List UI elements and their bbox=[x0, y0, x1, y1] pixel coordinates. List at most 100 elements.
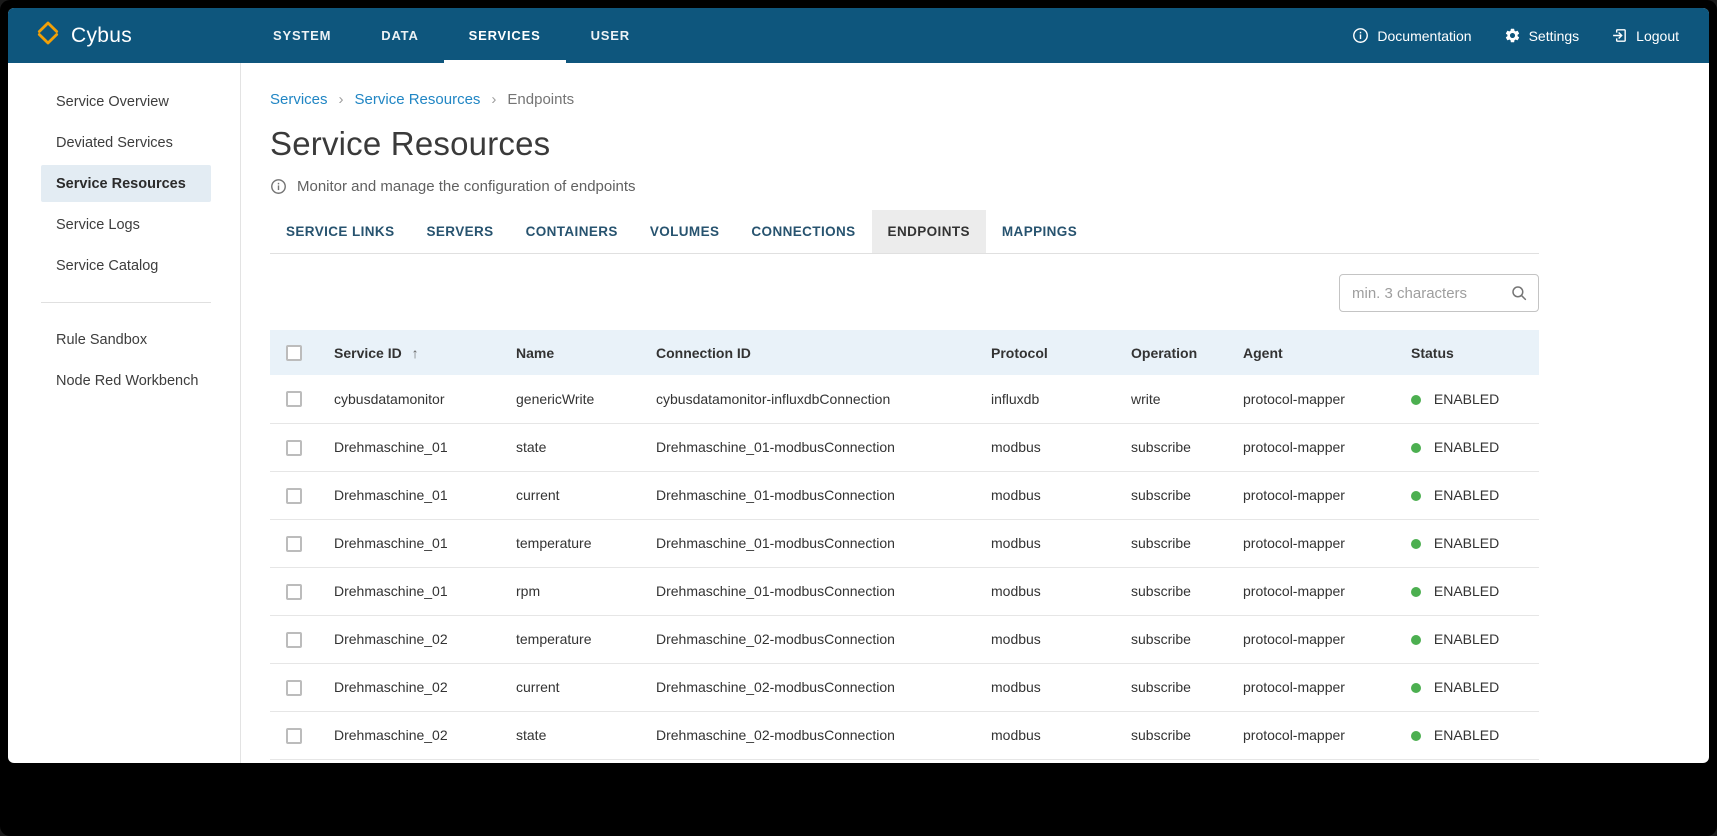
column-header-status[interactable]: Status ↑ bbox=[1395, 330, 1539, 375]
column-header-protocol[interactable]: Protocol ↑ bbox=[975, 330, 1115, 375]
sidebar-item-service-catalog[interactable]: Service Catalog bbox=[41, 247, 211, 284]
cell-connection-id: Drehmaschine_02-modbusConnection bbox=[640, 663, 975, 711]
cell-name: temperature bbox=[500, 615, 640, 663]
breadcrumb-item-service-resources[interactable]: Service Resources bbox=[355, 91, 481, 108]
status-dot-icon bbox=[1411, 443, 1421, 453]
column-header-operation[interactable]: Operation ↑ bbox=[1115, 330, 1227, 375]
cell-operation: write bbox=[1115, 375, 1227, 423]
info-icon bbox=[270, 178, 287, 195]
breadcrumb-item-services[interactable]: Services bbox=[270, 91, 328, 108]
cell-name: temperature bbox=[500, 519, 640, 567]
cell-service-id: Drehmaschine_01 bbox=[318, 471, 500, 519]
table-row[interactable]: Drehmaschine_01 current Drehmaschine_01-… bbox=[270, 471, 1539, 519]
cell-agent: protocol-mapper bbox=[1227, 519, 1395, 567]
topnav-item-services[interactable]: SERVICES bbox=[444, 8, 566, 63]
cell-connection-id: Drehmaschine_01-modbusConnection bbox=[640, 567, 975, 615]
topbar-actions: Documentation Settings Logout bbox=[1352, 8, 1709, 63]
sidebar-primary-list: Service Overview Deviated Services Servi… bbox=[8, 83, 240, 284]
tab-label: CONTAINERS bbox=[526, 224, 618, 239]
table-row[interactable]: Drehmaschine_01 rpm Drehmaschine_01-modb… bbox=[270, 567, 1539, 615]
table-row[interactable]: Drehmaschine_02 current Drehmaschine_02-… bbox=[270, 663, 1539, 711]
column-header-agent[interactable]: Agent ↑ bbox=[1227, 330, 1395, 375]
row-checkbox[interactable] bbox=[286, 440, 302, 456]
search-input[interactable] bbox=[1340, 285, 1510, 302]
sidebar-item-service-resources[interactable]: Service Resources bbox=[41, 165, 211, 202]
status-label: ENABLED bbox=[1434, 727, 1499, 743]
select-all-checkbox[interactable] bbox=[286, 345, 302, 361]
row-checkbox[interactable] bbox=[286, 728, 302, 744]
column-header-label: Name bbox=[516, 345, 554, 361]
row-checkbox-cell bbox=[270, 375, 318, 423]
search-icon bbox=[1510, 284, 1538, 302]
brand-name: Cybus bbox=[71, 24, 132, 48]
status-label: ENABLED bbox=[1434, 487, 1499, 503]
row-checkbox[interactable] bbox=[286, 584, 302, 600]
tab-containers[interactable]: CONTAINERS bbox=[510, 210, 634, 253]
tab-endpoints[interactable]: ENDPOINTS bbox=[872, 210, 986, 253]
row-checkbox[interactable] bbox=[286, 488, 302, 504]
sidebar-item-label: Deviated Services bbox=[56, 135, 173, 151]
cell-agent: protocol-mapper bbox=[1227, 375, 1395, 423]
table-row[interactable]: Drehmaschine_01 state Drehmaschine_01-mo… bbox=[270, 423, 1539, 471]
topnav-items: SYSTEM DATA SERVICES USER bbox=[248, 8, 655, 63]
row-checkbox[interactable] bbox=[286, 536, 302, 552]
table-row[interactable]: Drehmaschine_02 state Drehmaschine_02-mo… bbox=[270, 711, 1539, 759]
column-header-label: Agent bbox=[1243, 345, 1283, 361]
logout-button[interactable]: Logout bbox=[1611, 27, 1679, 44]
column-header-service-id[interactable]: Service ID ↑ bbox=[318, 330, 500, 375]
cell-status: ENABLED bbox=[1395, 615, 1539, 663]
column-header-label: Protocol bbox=[991, 345, 1048, 361]
sidebar-item-service-overview[interactable]: Service Overview bbox=[41, 83, 211, 120]
tab-mappings[interactable]: MAPPINGS bbox=[986, 210, 1093, 253]
tab-service-links[interactable]: SERVICE LINKS bbox=[270, 210, 410, 253]
sidebar-item-service-logs[interactable]: Service Logs bbox=[41, 206, 211, 243]
tab-volumes[interactable]: VOLUMES bbox=[634, 210, 736, 253]
row-checkbox-cell bbox=[270, 663, 318, 711]
sidebar-item-label: Rule Sandbox bbox=[56, 332, 147, 348]
table-row[interactable]: cybusdatamonitor genericWrite cybusdatam… bbox=[270, 375, 1539, 423]
select-all-cell bbox=[270, 330, 318, 375]
sidebar-item-deviated-services[interactable]: Deviated Services bbox=[41, 124, 211, 161]
topnav-item-user[interactable]: USER bbox=[566, 8, 655, 63]
topnav-item-label: USER bbox=[591, 28, 630, 43]
cell-status: ENABLED bbox=[1395, 567, 1539, 615]
breadcrumb-item-endpoints: Endpoints bbox=[507, 91, 574, 108]
tab-servers[interactable]: SERVERS bbox=[410, 210, 509, 253]
status-label: ENABLED bbox=[1434, 391, 1499, 407]
row-checkbox-cell bbox=[270, 423, 318, 471]
sidebar-item-label: Service Logs bbox=[56, 217, 140, 233]
sidebar-item-rule-sandbox[interactable]: Rule Sandbox bbox=[41, 321, 211, 358]
row-checkbox[interactable] bbox=[286, 391, 302, 407]
settings-button[interactable]: Settings bbox=[1504, 27, 1580, 44]
sidebar-item-label: Node Red Workbench bbox=[56, 373, 198, 389]
table-header-row: Service ID ↑ Name ↑ Connection ID ↑ Prot… bbox=[270, 330, 1539, 375]
sidebar-item-label: Service Catalog bbox=[56, 258, 158, 274]
row-checkbox[interactable] bbox=[286, 632, 302, 648]
cell-connection-id: Drehmaschine_01-modbusConnection bbox=[640, 471, 975, 519]
cell-service-id: cybusdatamonitor bbox=[318, 375, 500, 423]
main-content: Services›Service Resources›Endpoints Ser… bbox=[241, 63, 1709, 763]
info-icon bbox=[1352, 27, 1369, 44]
sidebar-secondary-list: Rule Sandbox Node Red Workbench bbox=[8, 321, 240, 399]
column-header-name[interactable]: Name ↑ bbox=[500, 330, 640, 375]
sidebar-item-node-red-workbench[interactable]: Node Red Workbench bbox=[41, 362, 211, 399]
status-label: ENABLED bbox=[1434, 631, 1499, 647]
topnav-item-label: DATA bbox=[381, 28, 418, 43]
cell-service-id: Drehmaschine_02 bbox=[318, 663, 500, 711]
documentation-button[interactable]: Documentation bbox=[1352, 27, 1471, 44]
row-checkbox[interactable] bbox=[286, 680, 302, 696]
table-row[interactable]: Drehmaschine_02 temperature Drehmaschine… bbox=[270, 615, 1539, 663]
brand[interactable]: Cybus bbox=[8, 8, 248, 63]
topnav-item-data[interactable]: DATA bbox=[356, 8, 443, 63]
cell-status: ENABLED bbox=[1395, 471, 1539, 519]
tab-label: SERVERS bbox=[426, 224, 493, 239]
cell-operation: subscribe bbox=[1115, 711, 1227, 759]
table-row[interactable]: Drehmaschine_01 temperature Drehmaschine… bbox=[270, 519, 1539, 567]
column-header-connection-id[interactable]: Connection ID ↑ bbox=[640, 330, 975, 375]
cell-agent: protocol-mapper bbox=[1227, 423, 1395, 471]
topnav-item-system[interactable]: SYSTEM bbox=[248, 8, 356, 63]
search-box bbox=[1339, 274, 1539, 312]
status-dot-icon bbox=[1411, 539, 1421, 549]
gear-icon bbox=[1504, 27, 1521, 44]
tab-connections[interactable]: CONNECTIONS bbox=[735, 210, 871, 253]
